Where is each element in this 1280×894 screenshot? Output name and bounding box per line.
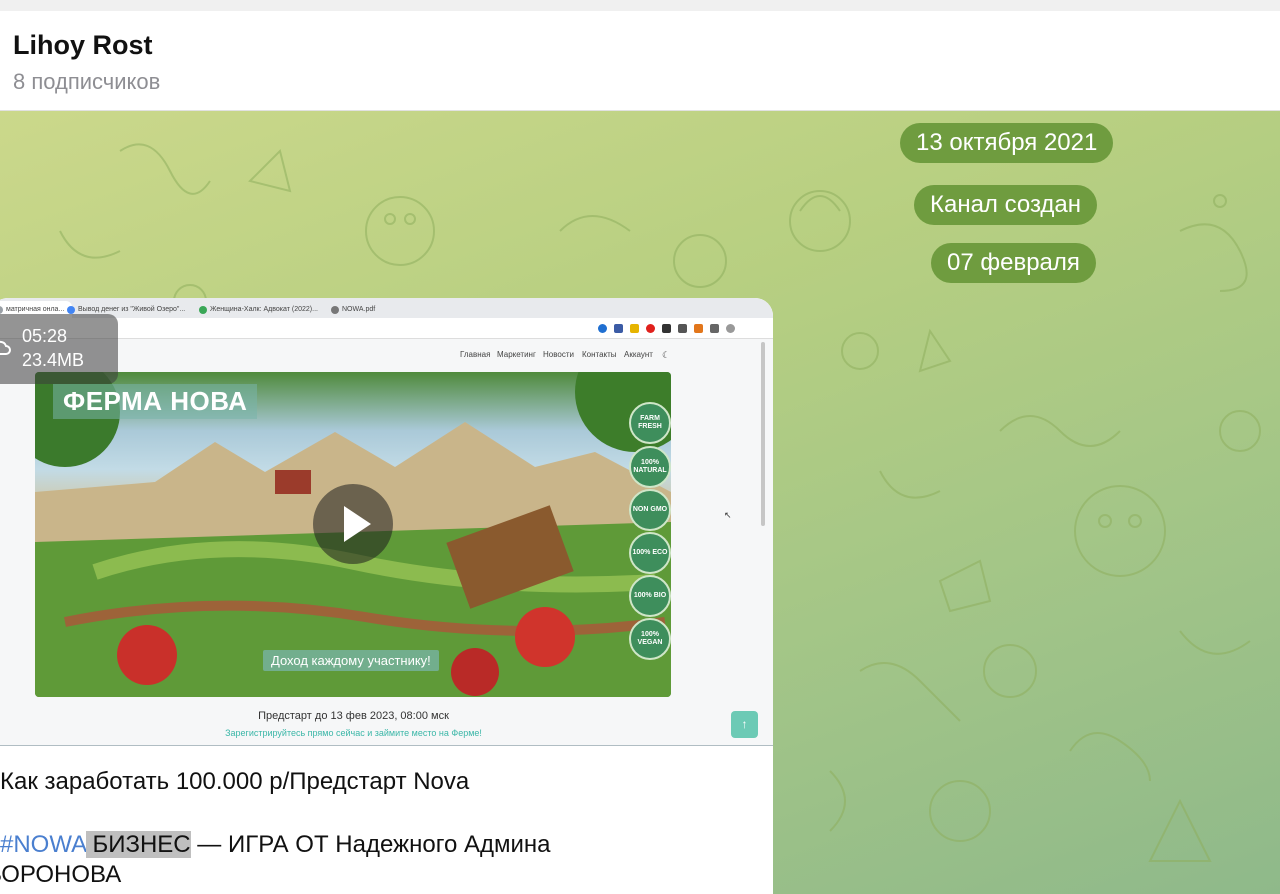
site-nav-item: Новости	[543, 350, 574, 359]
media-divider	[0, 745, 773, 746]
extension-icon	[678, 324, 687, 333]
browser-tab-label: NOWA.pdf	[342, 306, 376, 313]
eco-badge: 100% ECO	[629, 532, 671, 574]
cloud-download-icon[interactable]	[0, 336, 12, 360]
tab-favicon-icon	[199, 306, 207, 314]
extension-icon	[694, 324, 703, 333]
moon-icon: ☾	[662, 350, 671, 360]
caption-line-2: #NOWA БИЗНЕС — ИГРА ОТ Надежного Админа	[0, 831, 550, 859]
cursor-icon: ↖	[724, 510, 732, 520]
eco-badge: FARM FRESH	[629, 402, 671, 444]
eco-badge: NON GMO	[629, 489, 671, 531]
channel-title[interactable]: Lihoy Rost	[13, 30, 153, 61]
site-nav-item: Аккаунт	[624, 350, 653, 359]
browser-scrollbar	[761, 342, 765, 526]
tab-favicon-icon	[67, 306, 75, 314]
channel-created-pill: Канал создан	[914, 185, 1098, 225]
tab-favicon-icon	[0, 306, 3, 314]
register-text: Зарегистрируйтесь прямо сейчас и займите…	[225, 728, 482, 738]
chat-area[interactable]: 13 октября 2021 Канал создан 07 февраля …	[0, 111, 1280, 894]
date-pill-1: 13 октября 2021	[900, 123, 1114, 163]
hero-banner: ФЕРМА НОВА FARM FRESH 100% NATURAL NON G…	[35, 372, 671, 697]
browser-tab-label: матричная онла...	[6, 306, 65, 313]
profile-icon	[726, 324, 735, 333]
video-duration: 05:28	[22, 326, 68, 346]
extension-icon	[662, 324, 671, 333]
caption-line-3: ВОРОНОВА	[0, 861, 122, 888]
browser-tab: Женщина-Халк: Адвокат (2022)...	[196, 301, 328, 318]
site-nav-item: Контакты	[582, 350, 617, 359]
subscriber-count: 8 подписчиков	[13, 69, 161, 94]
tab-favicon-icon	[331, 306, 339, 314]
play-button-icon[interactable]	[313, 484, 393, 564]
extension-icon	[630, 324, 639, 333]
highlighted-text: БИЗНЕС	[85, 831, 191, 858]
extension-icon	[614, 324, 623, 333]
site-nav-item: Маркетинг	[497, 350, 536, 359]
hero-slogan: Доход каждому участнику!	[263, 650, 439, 671]
browser-tab: NOWA.pdf	[328, 301, 460, 318]
browser-tab-label: Женщина-Халк: Адвокат (2022)...	[210, 306, 318, 313]
scroll-up-icon: ↑	[731, 711, 758, 738]
site-nav-item: Главная	[460, 350, 491, 359]
caption-line-1: Как заработать 100.000 р/Предстарт Nova	[0, 768, 470, 795]
eco-badge: 100% VEGAN	[629, 618, 671, 660]
extension-icon	[598, 324, 607, 333]
eco-badge: 100% NATURAL	[629, 446, 671, 488]
browser-tab-bar: матричная онла... Вывод денег из "Живой …	[0, 298, 773, 318]
browser-tab-label: Вывод денег из "Живой Озеро"...	[78, 306, 186, 313]
hero-title: ФЕРМА НОВА	[53, 384, 258, 419]
extension-icon	[710, 324, 719, 333]
eco-badge: 100% BIO	[629, 575, 671, 617]
prestart-text: Предстарт до 13 фев 2023, 08:00 мск	[258, 710, 449, 722]
video-info-badge[interactable]: 05:28 23.4MB	[0, 314, 118, 384]
hashtag-link[interactable]: #NOWA	[0, 831, 86, 858]
video-message[interactable]: матричная онла... Вывод денег из "Живой …	[0, 298, 773, 894]
channel-header[interactable]: Lihoy Rost 8 подписчиков	[0, 11, 1280, 111]
window-top-strip	[0, 0, 1280, 11]
extension-icon	[646, 324, 655, 333]
video-size: 23.4MB	[22, 350, 85, 370]
caption-text: — ИГРА ОТ Надежного Админа	[190, 831, 551, 858]
date-pill-2: 07 февраля	[931, 243, 1096, 283]
